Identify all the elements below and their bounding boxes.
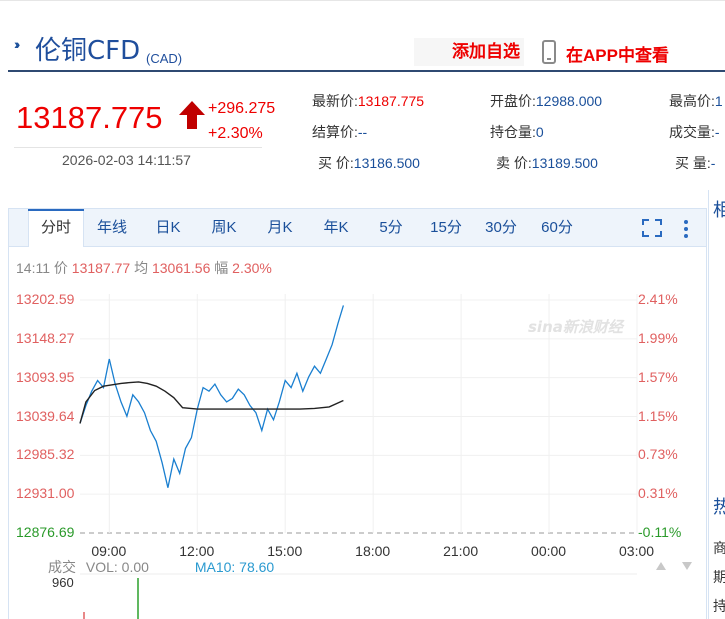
y-tick-right: 1.99% [638,329,678,346]
side-title-hot: 热 [713,497,725,517]
volume-label: 成交 [48,559,76,575]
x-tick: 00:00 [531,543,567,559]
y-tick-left: 13093.95 [16,368,75,385]
y-tick-right: 2.41% [638,291,678,307]
x-tick: 21:00 [443,543,479,559]
y-tick-left: 13202.59 [16,291,75,307]
y-tick-left: 13148.27 [16,329,75,346]
volume-value: VOL: 0.00 [85,559,149,575]
side-item[interactable]: 期 [713,567,725,587]
y-tick-left: 12876.69 [16,524,75,540]
y-tick-left: 12985.32 [16,446,75,463]
y-tick-right: 0.73% [638,446,678,463]
y-tick-left: 13039.64 [16,407,75,424]
y-tick-left: 12931.00 [16,485,75,502]
volume-scroll-arrows[interactable] [652,559,696,573]
scroll-down-icon [682,562,692,570]
side-item[interactable]: 持 [713,596,725,616]
y-tick-right: 1.15% [638,407,678,424]
intraday-chart[interactable]: sina新浪财经 [0,0,725,619]
scroll-up-icon [656,562,666,570]
volume-header: 成交 VOL: 0.00 MA10: 78.60 [48,557,274,577]
sina-watermark-logo: sina新浪财经 [528,318,625,336]
volume-max-tick: 960 [52,575,74,590]
side-item[interactable]: 商 [713,538,725,558]
price-series-line [79,305,345,488]
x-tick: 18:00 [355,543,391,559]
volume-ma10: MA10: 78.60 [194,559,275,575]
y-tick-right: -0.11% [638,524,682,540]
y-tick-right: 1.57% [638,368,678,385]
y-tick-right: 0.31% [638,485,678,502]
side-title-related: 相 [713,200,725,220]
x-tick: 03:00 [619,543,655,559]
